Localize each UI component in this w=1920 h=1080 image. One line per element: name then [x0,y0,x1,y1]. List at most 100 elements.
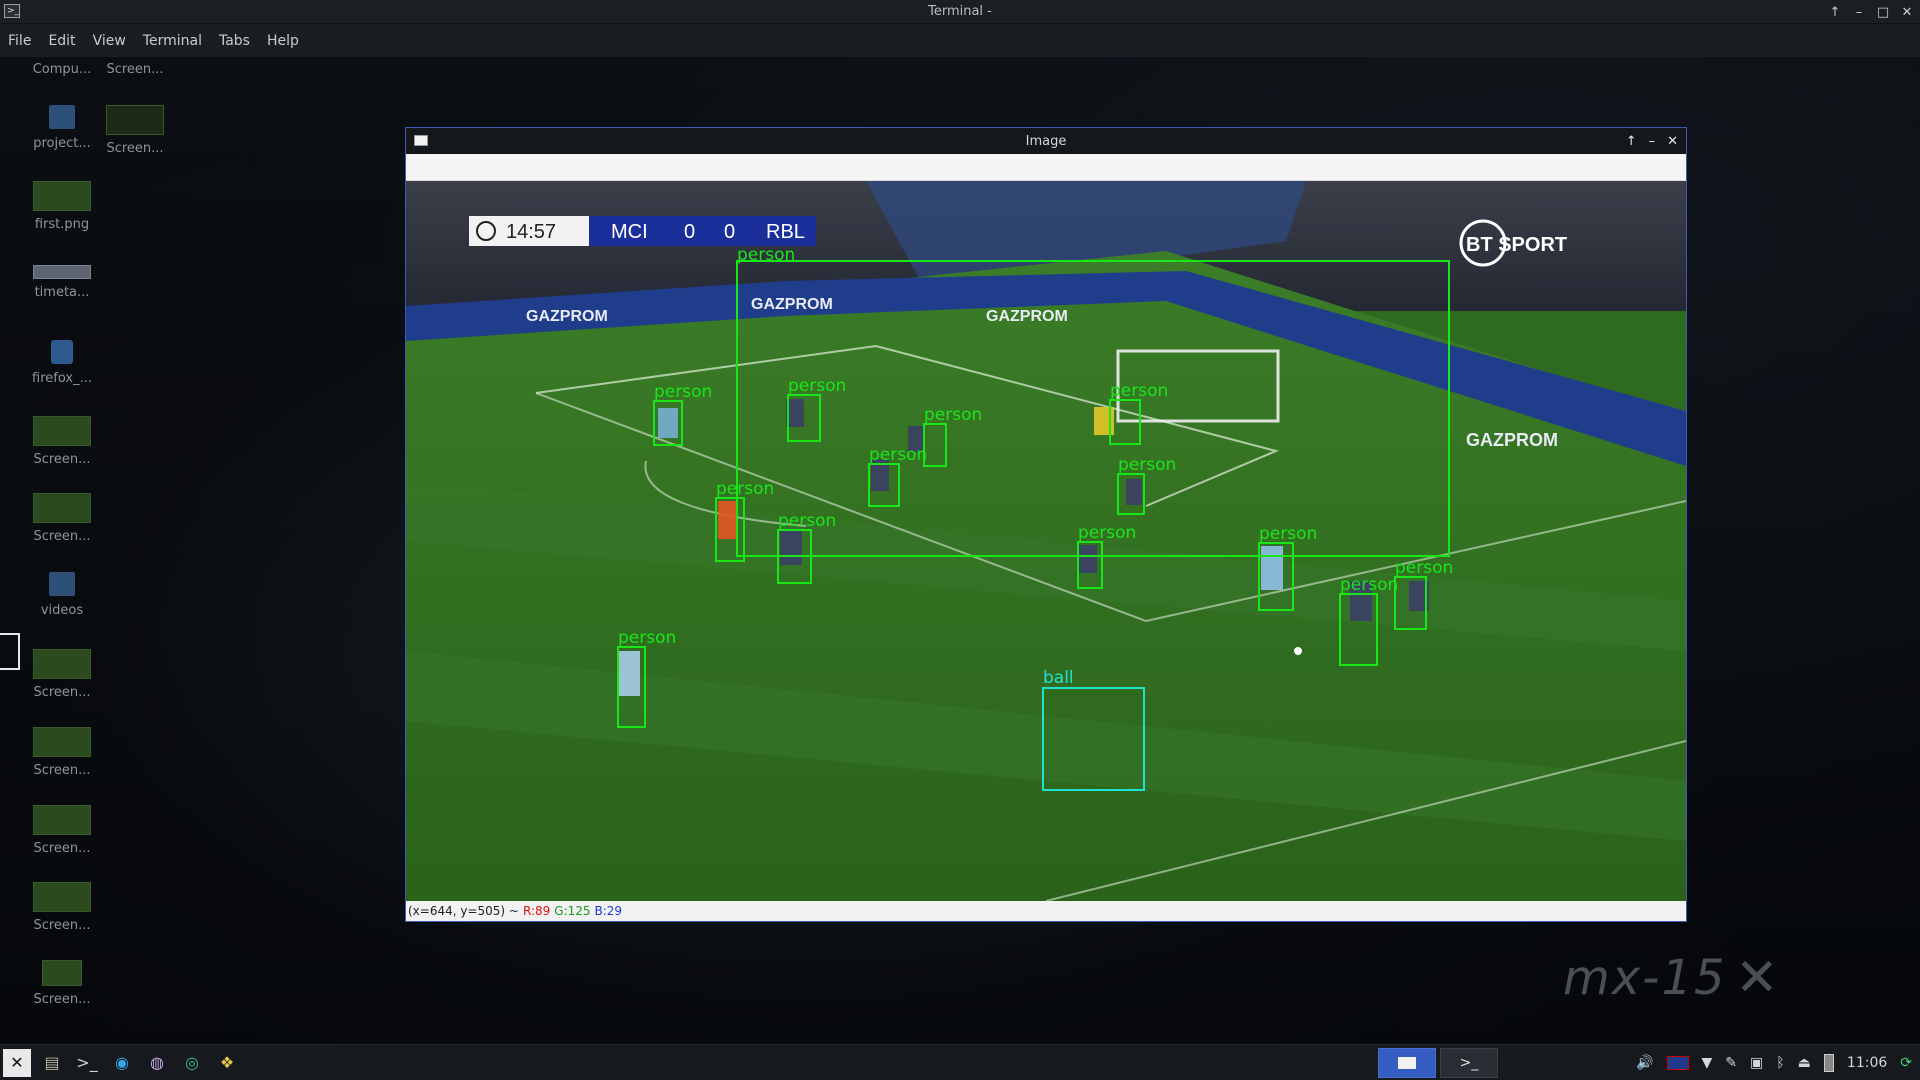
eject-icon[interactable]: ⏏ [1798,1055,1811,1071]
image-status-bar: (x=644, y=505) ~ R:89 G:125 B:29 [406,901,1686,921]
menu-help[interactable]: Help [267,33,299,49]
battery-icon[interactable] [1823,1054,1834,1072]
desktop-icon-screenshot[interactable]: Screen... [22,882,102,933]
detection-image: GAZPROM GAZPROM GAZPROM GAZPROM 14:57 MC… [406,181,1686,901]
close-button[interactable]: ✕ [1667,134,1678,149]
desktop-icon-firefox[interactable]: firefox_... [22,340,102,386]
updater-icon[interactable]: ⟳ [1900,1055,1912,1071]
ball-label: ball [1043,668,1074,688]
terminal-title: Terminal - [928,4,992,19]
desktop-icon-screenshot[interactable]: Screen... [22,805,102,856]
person-label: person [924,405,982,425]
minimize-button[interactable]: – [1852,5,1866,20]
keyboard-layout-flag-icon[interactable] [1666,1056,1689,1070]
image-window[interactable]: Image ↑ – ✕ GAZPROM GAZPROM GAZPROM GAZP… [405,127,1687,922]
broadcaster-logo: BT SPORT [1466,234,1567,256]
terminal-window-controls: ↑ – □ ✕ [1828,0,1914,24]
person-label: person [1118,455,1176,475]
player-figure [658,408,678,438]
browser-icon[interactable]: ◉ [108,1049,136,1077]
person-label: person [737,245,795,265]
desktop-icon-label: Screen... [33,763,91,778]
desktop-icon-screenshot[interactable]: Screen... [22,960,102,1007]
image-window-toolbar [406,154,1686,181]
player-figure [1261,546,1283,590]
menu-view[interactable]: View [93,33,126,49]
desktop-icon-label: Compu... [32,62,92,77]
desktop-icon-first-png[interactable]: first.png [22,181,102,232]
keep-above-button[interactable]: ↑ [1626,134,1637,149]
desktop-icon-label: project... [33,136,91,151]
package-updates-icon[interactable]: ▣ [1750,1055,1763,1071]
scoreboard-away-score: 0 [724,221,735,243]
desktop-icon-label: Screen... [33,452,91,467]
desktop-icon-label: firefox_... [32,371,92,386]
firefox-icon [51,340,73,364]
clipboard-icon[interactable]: ✎ [1725,1055,1737,1071]
task-terminal-window[interactable]: >_ [1440,1048,1498,1078]
window-icon [1398,1057,1416,1069]
person-label: person [1259,524,1317,544]
menu-file[interactable]: File [8,33,31,49]
mx-watermark: mx-15 [1563,950,1727,1006]
desktop-icon-label: videos [40,603,84,618]
network-icon[interactable]: ▼ [1702,1055,1713,1071]
desktop-icon-label: Screen... [33,529,91,544]
desktop-icon-videos-folder[interactable]: videos [22,572,102,618]
menu-terminal[interactable]: Terminal [143,33,202,49]
scoreboard-away-team: RBL [766,221,805,243]
image-thumbnail-icon [33,649,91,679]
clock[interactable]: 11:06 [1847,1055,1887,1071]
menu-tabs[interactable]: Tabs [219,33,250,49]
desktop-icon-label: Screen... [33,685,91,700]
desktop-icon-screenshot[interactable]: Screen... [22,416,102,467]
terminal-icon: >_ [1459,1055,1479,1071]
player-figure [1126,479,1142,505]
desktop-icon-screenshot[interactable]: Screen... [95,105,175,156]
file-manager-icon[interactable]: ▤ [38,1049,66,1077]
scoreboard-home-team: MCI [611,221,648,243]
python-icon[interactable]: ❖ [213,1049,241,1077]
bluetooth-icon[interactable]: ᛒ [1776,1055,1784,1071]
player-figure [618,651,640,696]
desktop-icon-project-folder[interactable]: project... [22,105,102,151]
task-image-window[interactable] [1378,1048,1436,1078]
desktop-icon-label: Screen... [106,141,164,156]
terminal-menubar: File Edit View Terminal Tabs Help [0,24,1920,57]
person-label: person [618,628,676,648]
desktop-icon-screenshot[interactable]: Screen... [22,727,102,778]
menu-edit[interactable]: Edit [48,33,75,49]
volume-icon[interactable]: 🔊 [1636,1055,1653,1071]
red-value: R:89 [522,904,551,918]
mx-x-logo-icon: ✕ [1735,948,1779,1008]
scoreboard-time: 14:57 [506,221,556,243]
ad-board-text: GAZPROM [526,308,608,325]
keep-above-button[interactable]: ↑ [1828,5,1842,20]
minimize-button[interactable]: – [1649,134,1656,149]
image-thumbnail-icon [33,805,91,835]
paint-icon[interactable]: ◍ [143,1049,171,1077]
desktop-icon-screenshot[interactable]: Screen... [22,493,102,544]
folder-icon [49,572,75,596]
desktop-icon-screenshot[interactable]: Screen... [95,62,175,77]
app-icon[interactable]: ◎ [178,1049,206,1077]
image-thumbnail-icon [33,265,91,279]
blue-value: B:29 [594,904,623,918]
desktop-icon-label: Screen... [33,841,91,856]
terminal-icon[interactable]: >_ [73,1049,101,1077]
ball [1294,647,1302,655]
desktop-icon-screenshot[interactable]: Screen... [22,649,102,700]
ad-board-text: GAZPROM [986,308,1068,325]
maximize-button[interactable]: □ [1876,5,1890,20]
person-label: person [1395,558,1453,578]
desktop-icon-computer[interactable]: Compu... [22,62,102,77]
image-window-title: Image [1025,133,1067,149]
desktop-icon-timetable[interactable]: timeta... [22,265,102,300]
close-button[interactable]: ✕ [1900,5,1914,20]
desktop-icon-label: Screen... [33,992,91,1007]
image-canvas[interactable]: GAZPROM GAZPROM GAZPROM GAZPROM 14:57 MC… [406,181,1686,901]
image-window-titlebar[interactable]: Image ↑ – ✕ [406,128,1686,154]
mx-menu-icon[interactable]: ✕ [3,1048,31,1077]
ad-board-text: GAZPROM [751,296,833,313]
image-thumbnail-icon [42,960,82,986]
